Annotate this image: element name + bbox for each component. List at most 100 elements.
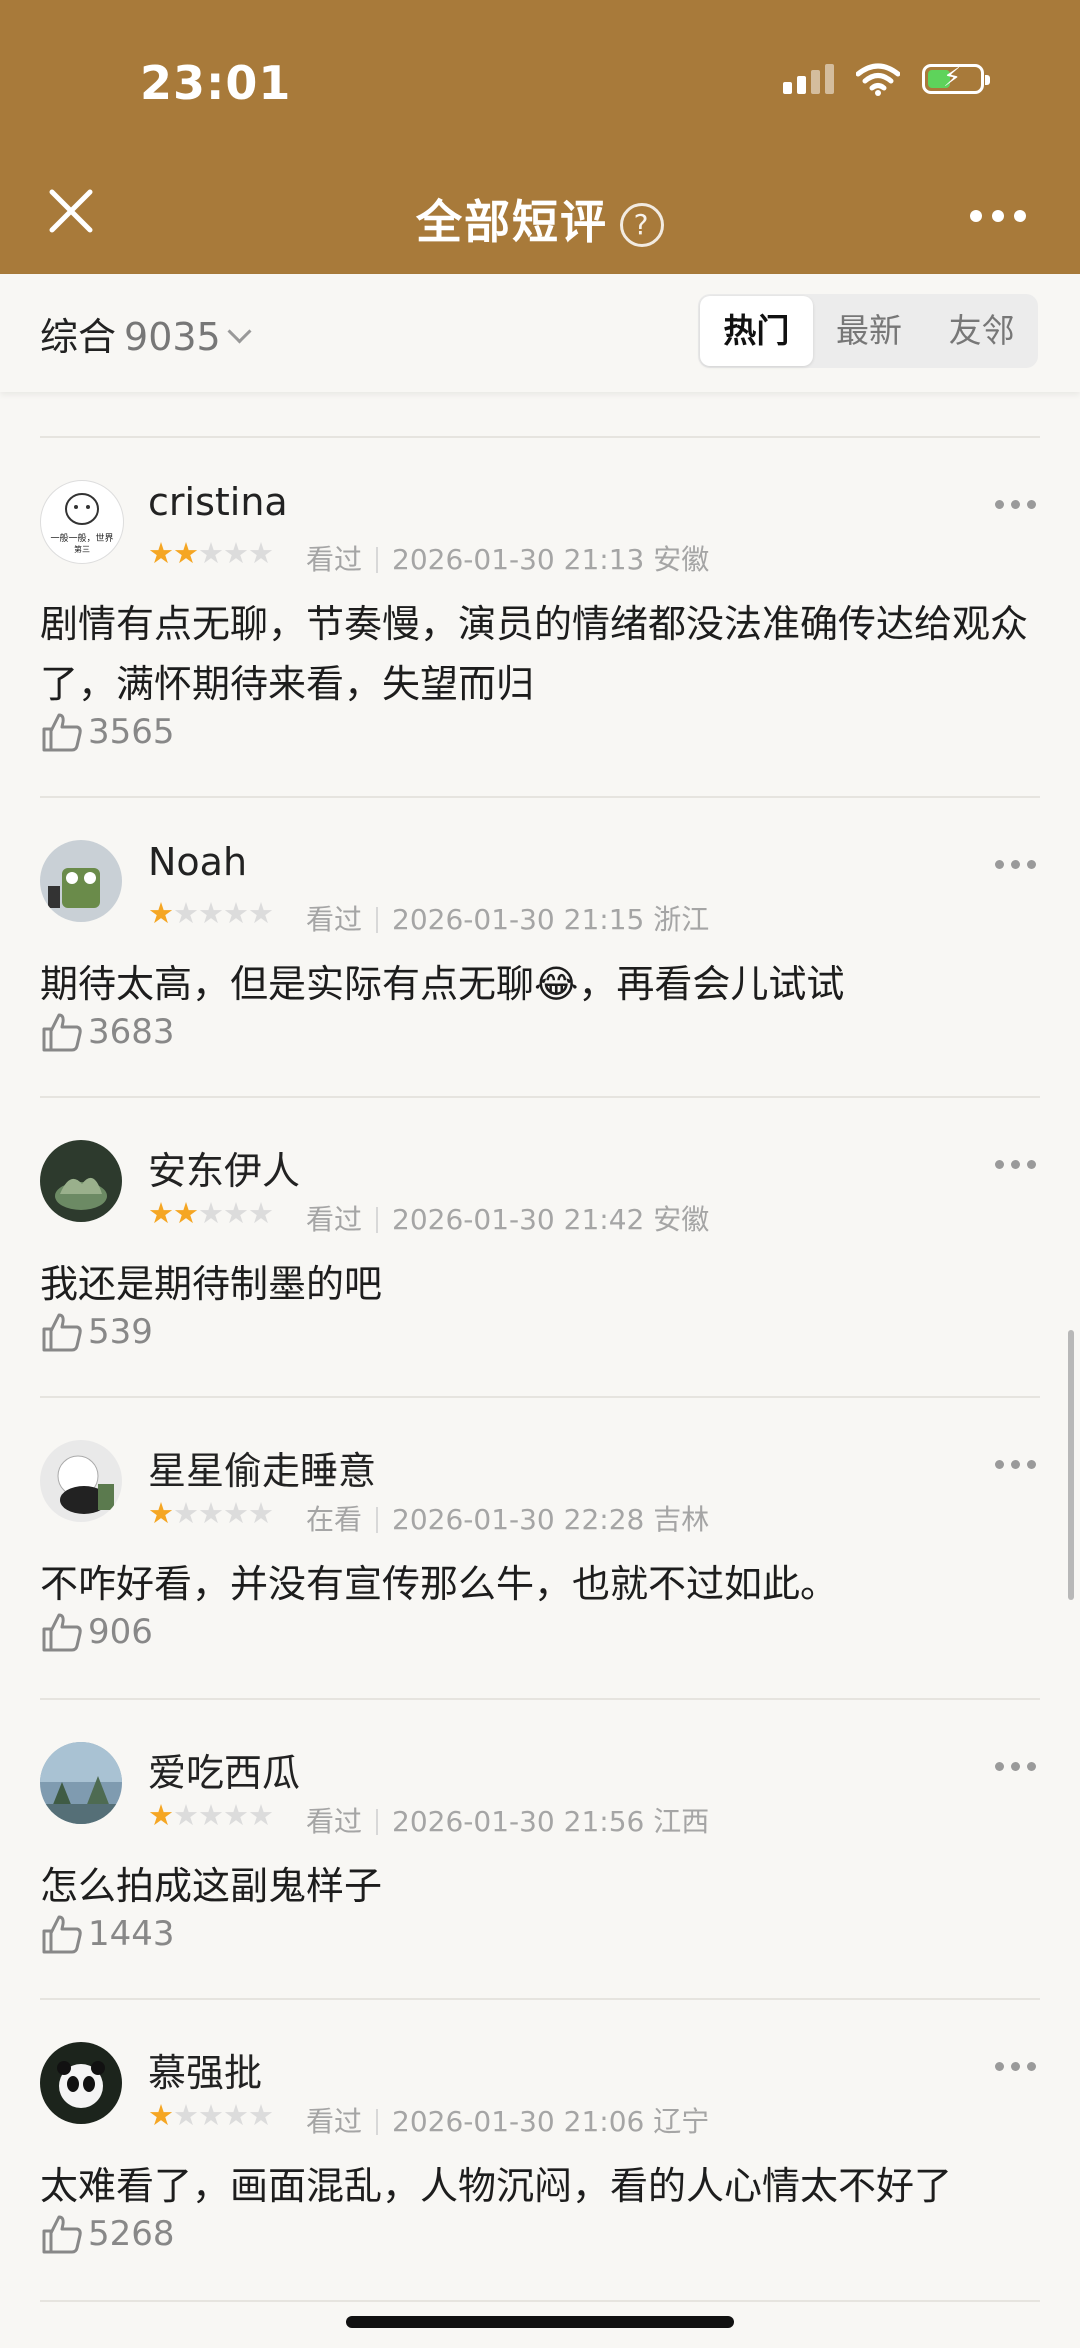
review-region: 吉林 xyxy=(653,1503,710,1536)
status-icons: ⚡ xyxy=(783,62,990,96)
watch-status: 看过 xyxy=(306,1203,363,1236)
review-region: 浙江 xyxy=(653,903,710,936)
avatar-caption-1: 一般一般，世界 xyxy=(50,532,113,544)
star-rating: ★★★★★ xyxy=(148,896,274,930)
review-region: 安徽 xyxy=(653,543,710,576)
page-title: 全部短评? xyxy=(0,186,1080,252)
thumbs-up-icon xyxy=(42,2215,82,2254)
home-indicator[interactable] xyxy=(346,2316,734,2328)
review-more-button[interactable] xyxy=(995,1160,1036,1169)
like-count: 539 xyxy=(88,1312,153,1352)
like-count: 3683 xyxy=(88,1012,175,1052)
filter-bar: 综合 9035 热门 最新 友邻 xyxy=(0,274,1080,392)
cellular-signal-icon xyxy=(783,64,834,94)
username[interactable]: 慕强批 xyxy=(148,2042,262,2097)
review-datetime: 2026-01-30 22:28 xyxy=(392,1503,645,1536)
review-meta: 在看 2026-01-30 22:28 吉林 xyxy=(306,1498,709,1538)
page-title-text: 全部短评 xyxy=(416,195,608,249)
avatar[interactable] xyxy=(40,840,122,922)
review-text: 我还是期待制墨的吧 xyxy=(40,1262,383,1306)
avatar-caption-2: 第三 xyxy=(74,544,90,554)
review-meta: 看过 2026-01-30 21:06 辽宁 xyxy=(306,2100,709,2140)
like-count: 5268 xyxy=(88,2214,175,2254)
review-datetime: 2026-01-30 21:15 xyxy=(392,903,645,936)
star-rating: ★★★★★ xyxy=(148,1496,274,1530)
username[interactable]: 安东伊人 xyxy=(148,1140,300,1195)
like-button[interactable]: 3683 xyxy=(40,1010,175,1054)
review-text: 怎么拍成这副鬼样子 xyxy=(40,1864,383,1908)
avatar[interactable]: 一般一般，世界 第三 xyxy=(40,480,124,564)
like-count: 1443 xyxy=(88,1914,175,1954)
review-count: 9035 xyxy=(124,315,221,359)
sort-selector[interactable]: 综合 9035 xyxy=(40,306,252,361)
star-rating: ★★★★★ xyxy=(148,1798,274,1832)
like-count: 3565 xyxy=(88,712,175,752)
review-more-button[interactable] xyxy=(995,1762,1036,1771)
chevron-down-icon xyxy=(227,319,252,344)
star-rating: ★★★★★ xyxy=(148,536,274,570)
divider xyxy=(40,1096,1040,1098)
thumbs-up-icon xyxy=(42,1313,82,1352)
review-datetime: 2026-01-30 21:42 xyxy=(392,1203,645,1236)
like-button[interactable]: 3565 xyxy=(40,710,175,754)
review-more-button[interactable] xyxy=(995,1460,1036,1469)
star-rating: ★★★★★ xyxy=(148,2098,274,2132)
avatar[interactable] xyxy=(40,1742,122,1824)
thumbs-up-icon xyxy=(42,713,82,752)
help-icon[interactable]: ? xyxy=(620,203,664,247)
tab-hot[interactable]: 热门 xyxy=(700,296,813,366)
divider xyxy=(40,2300,1040,2302)
review-datetime: 2026-01-30 21:13 xyxy=(392,543,645,576)
review-region: 江西 xyxy=(653,1805,710,1838)
review-text: 太难看了，画面混乱，人物沉闷，看的人心情太不好了 xyxy=(40,2164,953,2208)
like-button[interactable]: 1443 xyxy=(40,1912,175,1956)
avatar[interactable] xyxy=(40,2042,122,2124)
tab-friends[interactable]: 友邻 xyxy=(925,296,1038,366)
thumbs-up-icon xyxy=(42,1013,82,1052)
username[interactable]: 爱吃西瓜 xyxy=(148,1742,300,1797)
divider xyxy=(40,1998,1040,2000)
more-options-button[interactable] xyxy=(970,210,1026,222)
like-count: 906 xyxy=(88,1612,153,1652)
username[interactable]: 星星偷走睡意 xyxy=(148,1440,376,1495)
tab-latest[interactable]: 最新 xyxy=(813,296,926,366)
watch-status: 看过 xyxy=(306,903,363,936)
app-header: 23:01 ⚡ 全部短评? xyxy=(0,0,1080,274)
divider xyxy=(40,1396,1040,1398)
star-rating: ★★★★★ xyxy=(148,1196,274,1230)
watch-status: 在看 xyxy=(306,1503,363,1536)
divider xyxy=(40,1698,1040,1700)
review-more-button[interactable] xyxy=(995,860,1036,869)
like-button[interactable]: 906 xyxy=(40,1610,153,1654)
scrollbar[interactable] xyxy=(1068,1330,1074,1600)
review-meta: 看过 2026-01-30 21:15 浙江 xyxy=(306,898,709,938)
review-text: 剧情有点无聊，节奏慢，演员的情绪都没法准确传达给观众了，满怀期待来看，失望而归 xyxy=(40,602,1029,706)
review-text: 不咋好看，并没有宣传那么牛，也就不过如此。 xyxy=(40,1562,839,1606)
avatar[interactable] xyxy=(40,1140,122,1222)
avatar[interactable] xyxy=(40,1440,122,1522)
thumbs-up-icon xyxy=(42,1915,82,1954)
review-more-button[interactable] xyxy=(995,2062,1036,2071)
wifi-icon xyxy=(856,63,900,96)
watch-status: 看过 xyxy=(306,2105,363,2138)
review-region: 安徽 xyxy=(653,1203,710,1236)
username[interactable]: Noah xyxy=(148,840,247,884)
review-region: 辽宁 xyxy=(653,2105,710,2138)
watch-status: 看过 xyxy=(306,1805,363,1838)
like-button[interactable]: 5268 xyxy=(40,2212,175,2256)
sort-label: 综合 xyxy=(40,315,117,359)
battery-icon: ⚡ xyxy=(922,63,990,94)
thumbs-up-icon xyxy=(42,1613,82,1652)
review-meta: 看过 2026-01-30 21:42 安徽 xyxy=(306,1198,709,1238)
review-more-button[interactable] xyxy=(995,500,1036,509)
review-datetime: 2026-01-30 21:06 xyxy=(392,2105,645,2138)
like-button[interactable]: 539 xyxy=(40,1310,153,1354)
divider xyxy=(40,436,1040,438)
divider xyxy=(40,796,1040,798)
watch-status: 看过 xyxy=(306,543,363,576)
review-meta: 看过 2026-01-30 21:13 安徽 xyxy=(306,538,709,578)
review-text: 期待太高，但是实际有点无聊😂，再看会儿试试 xyxy=(40,962,845,1006)
username[interactable]: cristina xyxy=(148,480,288,524)
tab-group: 热门 最新 友邻 xyxy=(698,294,1038,368)
review-meta: 看过 2026-01-30 21:56 江西 xyxy=(306,1800,709,1840)
